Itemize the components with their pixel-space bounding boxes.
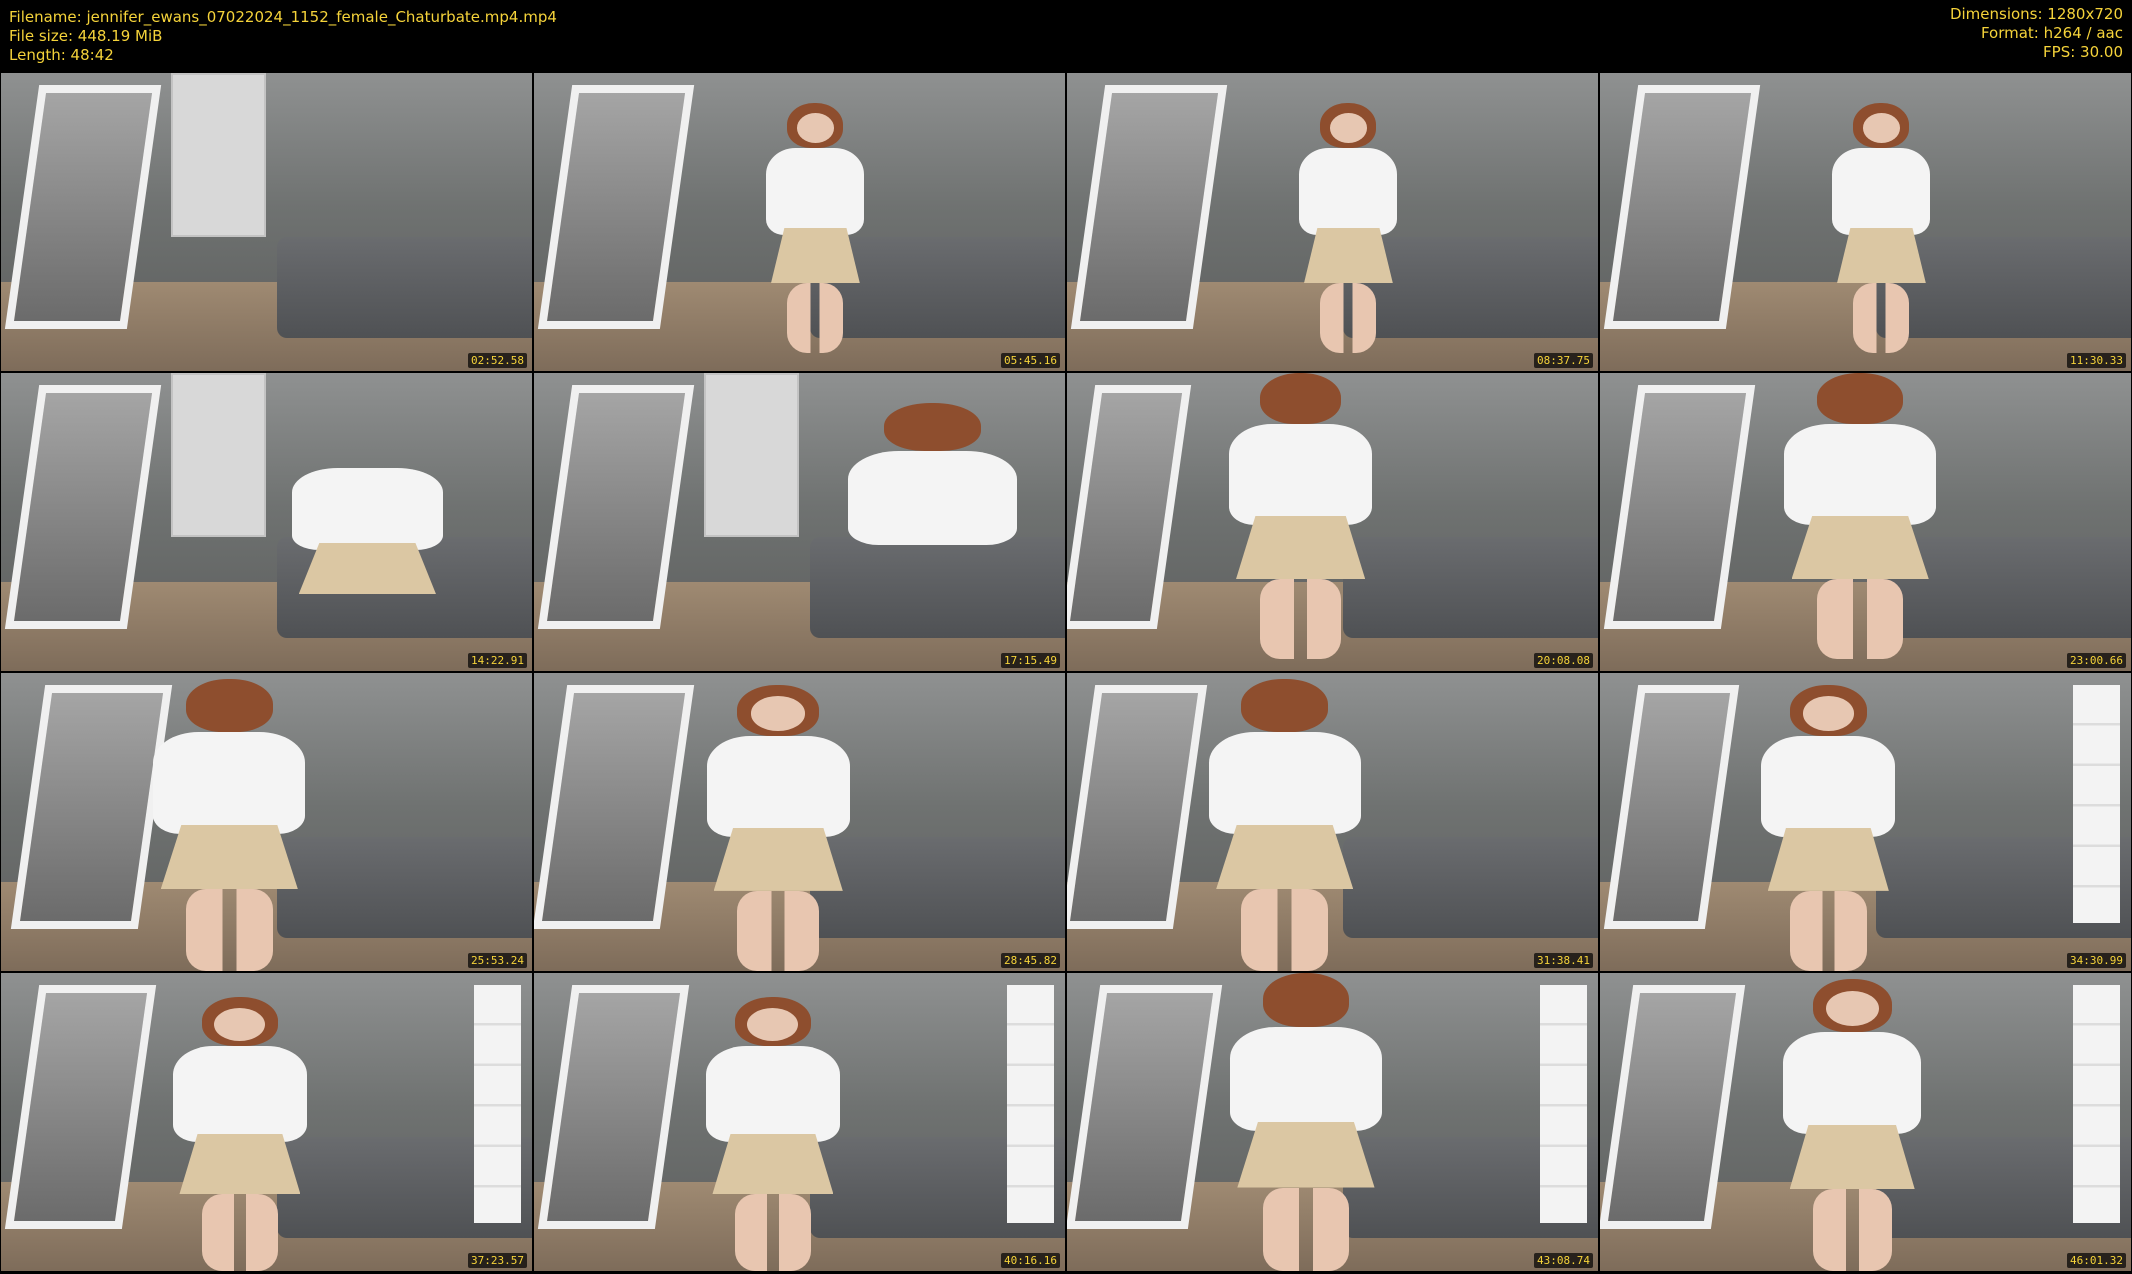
video-thumbnail: 34:30.99	[1600, 673, 2131, 971]
thumbnail-timestamp: 43:08.74	[1534, 1253, 1593, 1268]
thumbnail-scene	[1067, 73, 1598, 371]
dimensions-text: Dimensions: 1280x720	[1949, 5, 2123, 23]
thumbnail-timestamp: 17:15.49	[1001, 653, 1060, 668]
thumbnail-timestamp: 20:08.08	[1534, 653, 1593, 668]
thumbnail-scene	[1600, 373, 2131, 671]
thumbnail-timestamp: 40:16.16	[1001, 1253, 1060, 1268]
format-text: Format: h264 / aac	[1980, 24, 2123, 42]
thumbnail-timestamp: 23:00.66	[2067, 653, 2126, 668]
thumbnail-timestamp: 02:52.58	[468, 353, 527, 368]
thumbnail-timestamp: 34:30.99	[2067, 953, 2126, 968]
thumbnail-timestamp: 05:45.16	[1001, 353, 1060, 368]
thumbnail-grid: 02:52.58 05:45.16 08:37.75 11:30.33 14:2…	[0, 72, 2132, 1274]
thumbnail-timestamp: 46:01.32	[2067, 1253, 2126, 1268]
video-metadata-header: Filename: jennifer_ewans_07022024_1152_f…	[0, 0, 2132, 72]
thumbnail-scene	[534, 973, 1065, 1271]
thumbnail-scene	[1067, 373, 1598, 671]
video-thumbnail: 05:45.16	[534, 73, 1065, 371]
video-thumbnail: 23:00.66	[1600, 373, 2131, 671]
video-thumbnail: 25:53.24	[1, 673, 532, 971]
thumbnail-scene	[534, 73, 1065, 371]
thumbnail-timestamp: 14:22.91	[468, 653, 527, 668]
video-thumbnail: 17:15.49	[534, 373, 1065, 671]
thumbnail-timestamp: 31:38.41	[1534, 953, 1593, 968]
video-thumbnail: 02:52.58	[1, 73, 532, 371]
thumbnail-scene	[1600, 73, 2131, 371]
thumbnail-scene	[534, 673, 1065, 971]
video-thumbnail: 08:37.75	[1067, 73, 1598, 371]
filename-text: Filename: jennifer_ewans_07022024_1152_f…	[9, 8, 557, 26]
video-thumbnail: 31:38.41	[1067, 673, 1598, 971]
video-thumbnail: 20:08.08	[1067, 373, 1598, 671]
fps-text: FPS: 30.00	[2043, 43, 2123, 61]
video-thumbnail: 28:45.82	[534, 673, 1065, 971]
metadata-left: Filename: jennifer_ewans_07022024_1152_f…	[9, 8, 557, 65]
thumbnail-scene	[1067, 973, 1598, 1271]
video-thumbnail: 40:16.16	[534, 973, 1065, 1271]
thumbnail-timestamp: 08:37.75	[1534, 353, 1593, 368]
video-thumbnail: 43:08.74	[1067, 973, 1598, 1271]
video-thumbnail: 37:23.57	[1, 973, 532, 1271]
thumbnail-scene	[1067, 673, 1598, 971]
video-thumbnail: 46:01.32	[1600, 973, 2131, 1271]
thumbnail-scene	[534, 373, 1065, 671]
thumbnail-timestamp: 37:23.57	[468, 1253, 527, 1268]
thumbnail-scene	[1, 973, 532, 1271]
thumbnail-timestamp: 11:30.33	[2067, 353, 2126, 368]
video-thumbnail: 11:30.33	[1600, 73, 2131, 371]
thumbnail-scene	[1600, 673, 2131, 971]
file-size-text: File size: 448.19 MiB	[9, 27, 163, 45]
thumbnail-scene	[1, 373, 532, 671]
video-thumbnail: 14:22.91	[1, 373, 532, 671]
thumbnail-timestamp: 25:53.24	[468, 953, 527, 968]
thumbnail-timestamp: 28:45.82	[1001, 953, 1060, 968]
thumbnail-scene	[1600, 973, 2131, 1271]
thumbnail-scene	[1, 673, 532, 971]
thumbnail-scene	[1, 73, 532, 371]
length-text: Length: 48:42	[9, 46, 114, 64]
metadata-right: Dimensions: 1280x720 Format: h264 / aac …	[1950, 5, 2123, 62]
